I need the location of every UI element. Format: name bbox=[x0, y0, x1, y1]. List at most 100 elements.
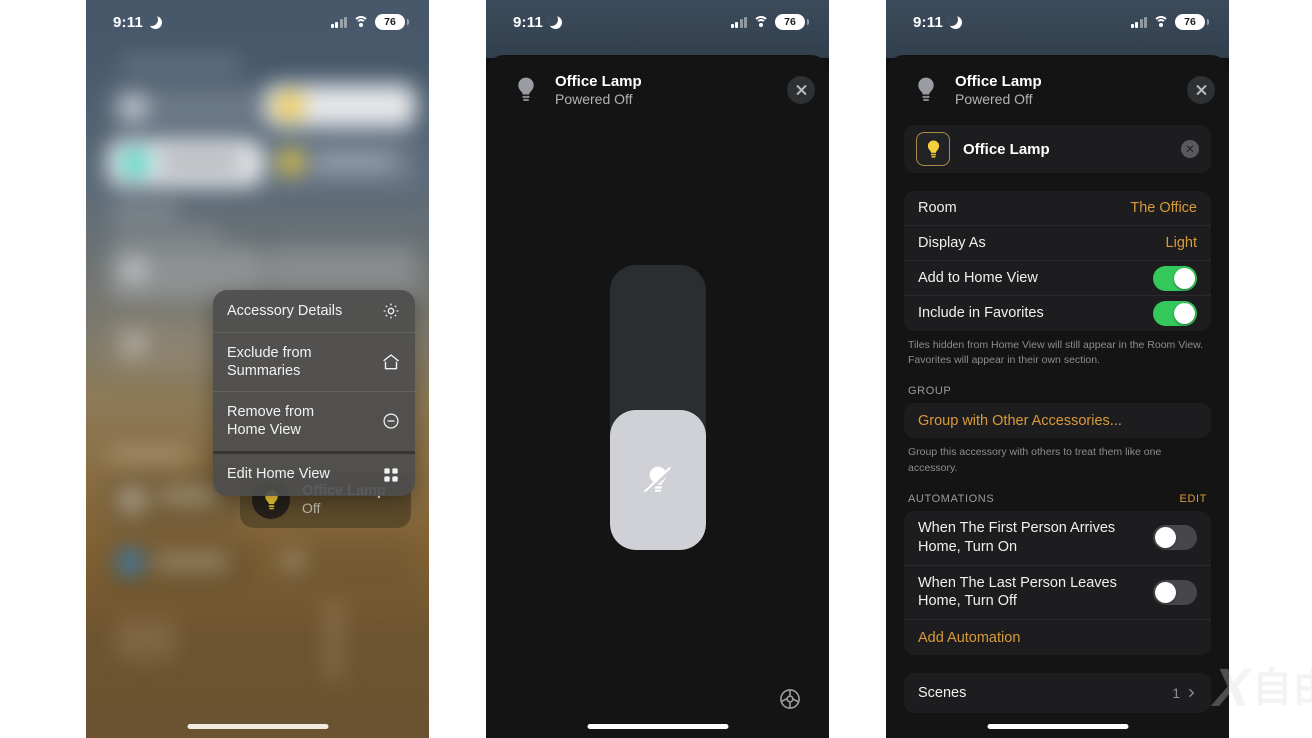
accessory-title: Office Lamp bbox=[955, 72, 1042, 90]
row-group-with-other-accessories[interactable]: Group with Other Accessories... bbox=[904, 403, 1211, 438]
row-action-label: Group with Other Accessories... bbox=[918, 412, 1122, 429]
house-icon bbox=[381, 352, 401, 372]
battery-indicator: 76 bbox=[1175, 14, 1209, 30]
toggle-include-in-favorites[interactable] bbox=[1153, 301, 1197, 326]
scenes-count: 1 bbox=[1172, 685, 1180, 702]
scenes-group: Scenes 1 bbox=[904, 673, 1211, 714]
row-action-label: Add Automation bbox=[918, 629, 1021, 646]
row-display-as[interactable]: Display As Light bbox=[904, 226, 1211, 261]
accessory-header: Office Lamp Powered Off bbox=[486, 55, 829, 125]
status-time: 9:11 bbox=[913, 13, 943, 31]
phone-panel-home-view: 9:11 76 Accessory Details Exclude from S… bbox=[86, 0, 429, 738]
accessory-header: Office Lamp Powered Off bbox=[886, 55, 1229, 125]
menu-item-label: Accessory Details bbox=[227, 302, 343, 319]
group-section-group: Group with Other Accessories... bbox=[904, 403, 1211, 439]
cellular-signal-icon bbox=[330, 16, 347, 28]
accessory-subtitle: Powered Off bbox=[555, 90, 633, 107]
status-bar: 9:11 76 bbox=[86, 0, 429, 44]
tile-status: Off bbox=[302, 500, 321, 517]
edit-automations-button[interactable]: EDIT bbox=[1180, 493, 1207, 505]
accessory-name-group: Office Lamp bbox=[904, 125, 1211, 173]
accessory-subtitle: Powered Off bbox=[955, 90, 1033, 107]
row-add-automation[interactable]: Add Automation bbox=[904, 620, 1211, 655]
wifi-icon bbox=[753, 16, 769, 28]
toggle-add-to-home-view[interactable] bbox=[1153, 265, 1197, 291]
group-section-header: GROUP bbox=[908, 385, 1207, 397]
close-icon[interactable] bbox=[1187, 76, 1215, 104]
row-label: Add to Home View bbox=[918, 269, 1038, 286]
status-bar-right: 76 bbox=[1130, 14, 1209, 30]
settings-scroll-area[interactable]: Office Lamp Room The Office Display As L… bbox=[886, 125, 1229, 738]
row-automation-first-person-arrives: When The First Person Arrives Home, Turn… bbox=[904, 511, 1211, 566]
menu-item-label: Remove from Home View bbox=[227, 404, 315, 439]
section-title: GROUP bbox=[908, 385, 952, 398]
crescent-moon-icon bbox=[145, 12, 162, 29]
status-time: 9:11 bbox=[113, 13, 143, 31]
row-label: When The Last Person Leaves Home, Turn O… bbox=[918, 574, 1117, 610]
menu-item-remove-from-home-view[interactable]: Remove from Home View bbox=[213, 392, 415, 454]
phone-panel-accessory-control: 9:11 76 Office Lamp Powered Off bbox=[486, 0, 829, 738]
row-value: The Office bbox=[1130, 200, 1197, 216]
section-title: AUTOMATIONS bbox=[908, 492, 995, 505]
accessory-name-value[interactable]: Office Lamp bbox=[963, 141, 1168, 158]
accessory-title: Office Lamp bbox=[555, 72, 642, 90]
lightbulb-icon[interactable] bbox=[916, 132, 950, 166]
screenshot-stage: 9:11 76 Accessory Details Exclude from S… bbox=[0, 0, 1312, 738]
close-icon[interactable] bbox=[787, 76, 815, 104]
row-label: Scenes bbox=[918, 684, 967, 701]
status-bar: 9:11 76 bbox=[886, 0, 1229, 44]
accessory-header-text: Office Lamp Powered Off bbox=[555, 73, 642, 108]
automations-group: When The First Person Arrives Home, Turn… bbox=[904, 510, 1211, 656]
menu-item-exclude-from-summaries[interactable]: Exclude from Summaries bbox=[213, 333, 415, 393]
row-label: When The First Person Arrives Home, Turn… bbox=[918, 519, 1116, 555]
crescent-moon-icon bbox=[545, 12, 562, 29]
menu-item-edit-home-view[interactable]: Edit Home View bbox=[213, 454, 415, 496]
row-scenes[interactable]: Scenes 1 bbox=[904, 673, 1211, 713]
brightness-slider[interactable] bbox=[609, 265, 706, 550]
lightbulb-slash-icon bbox=[644, 464, 673, 496]
cellular-signal-icon bbox=[1130, 16, 1147, 28]
menu-item-label: Edit Home View bbox=[227, 466, 330, 483]
minus-circle-icon bbox=[381, 411, 401, 431]
accessory-name-field[interactable]: Office Lamp bbox=[904, 125, 1211, 173]
scenes-count-chevron: 1 bbox=[1172, 685, 1197, 701]
status-bar-left: 9:11 bbox=[513, 12, 562, 31]
status-bar-left: 9:11 bbox=[113, 12, 162, 31]
automations-section-header: AUTOMATIONS EDIT bbox=[908, 493, 1207, 505]
status-bar-right: 76 bbox=[330, 14, 409, 30]
crescent-moon-icon bbox=[945, 12, 962, 29]
accessory-main-settings-group: Room The Office Display As Light Add to … bbox=[904, 191, 1211, 331]
status-time: 9:11 bbox=[513, 13, 543, 31]
home-indicator bbox=[187, 724, 328, 729]
row-value: Light bbox=[1165, 235, 1197, 251]
status-bar-left: 9:11 bbox=[913, 12, 962, 31]
toggle-automation-first-person-arrives[interactable] bbox=[1153, 525, 1197, 551]
cellular-signal-icon bbox=[730, 16, 747, 28]
row-label: Room bbox=[918, 199, 957, 216]
home-view-footnote: Tiles hidden from Home View will still a… bbox=[908, 339, 1204, 367]
grid-icon bbox=[381, 465, 401, 485]
chevron-right-icon bbox=[1189, 689, 1195, 698]
clear-field-icon[interactable] bbox=[1181, 140, 1199, 158]
home-indicator bbox=[587, 724, 728, 729]
brightness-slider-fill bbox=[609, 410, 706, 550]
gear-icon[interactable] bbox=[777, 686, 803, 712]
toggle-automation-last-person-leaves[interactable] bbox=[1153, 579, 1197, 605]
row-label: Display As bbox=[918, 234, 986, 251]
row-automation-last-person-leaves: When The Last Person Leaves Home, Turn O… bbox=[904, 566, 1211, 621]
menu-item-label: Exclude from Summaries bbox=[227, 345, 312, 380]
row-room[interactable]: Room The Office bbox=[904, 191, 1211, 226]
status-bar: 9:11 76 bbox=[486, 0, 829, 44]
lightbulb-icon bbox=[513, 75, 539, 105]
home-indicator bbox=[987, 724, 1128, 729]
phone-panel-accessory-settings: 9:11 76 Office Lamp Powered Off Office L… bbox=[886, 0, 1229, 738]
watermark-text: 自由 bbox=[1252, 665, 1312, 712]
menu-item-accessory-details[interactable]: Accessory Details bbox=[213, 290, 415, 333]
row-label: Include in Favorites bbox=[918, 305, 1044, 322]
group-footnote: Group this accessory with others to trea… bbox=[908, 446, 1162, 474]
battery-indicator: 76 bbox=[775, 14, 809, 30]
accessory-context-menu[interactable]: Accessory Details Exclude from Summaries bbox=[213, 290, 415, 496]
lightbulb-icon bbox=[913, 75, 939, 105]
battery-indicator: 76 bbox=[375, 14, 409, 30]
row-add-to-home-view: Add to Home View bbox=[904, 261, 1211, 296]
